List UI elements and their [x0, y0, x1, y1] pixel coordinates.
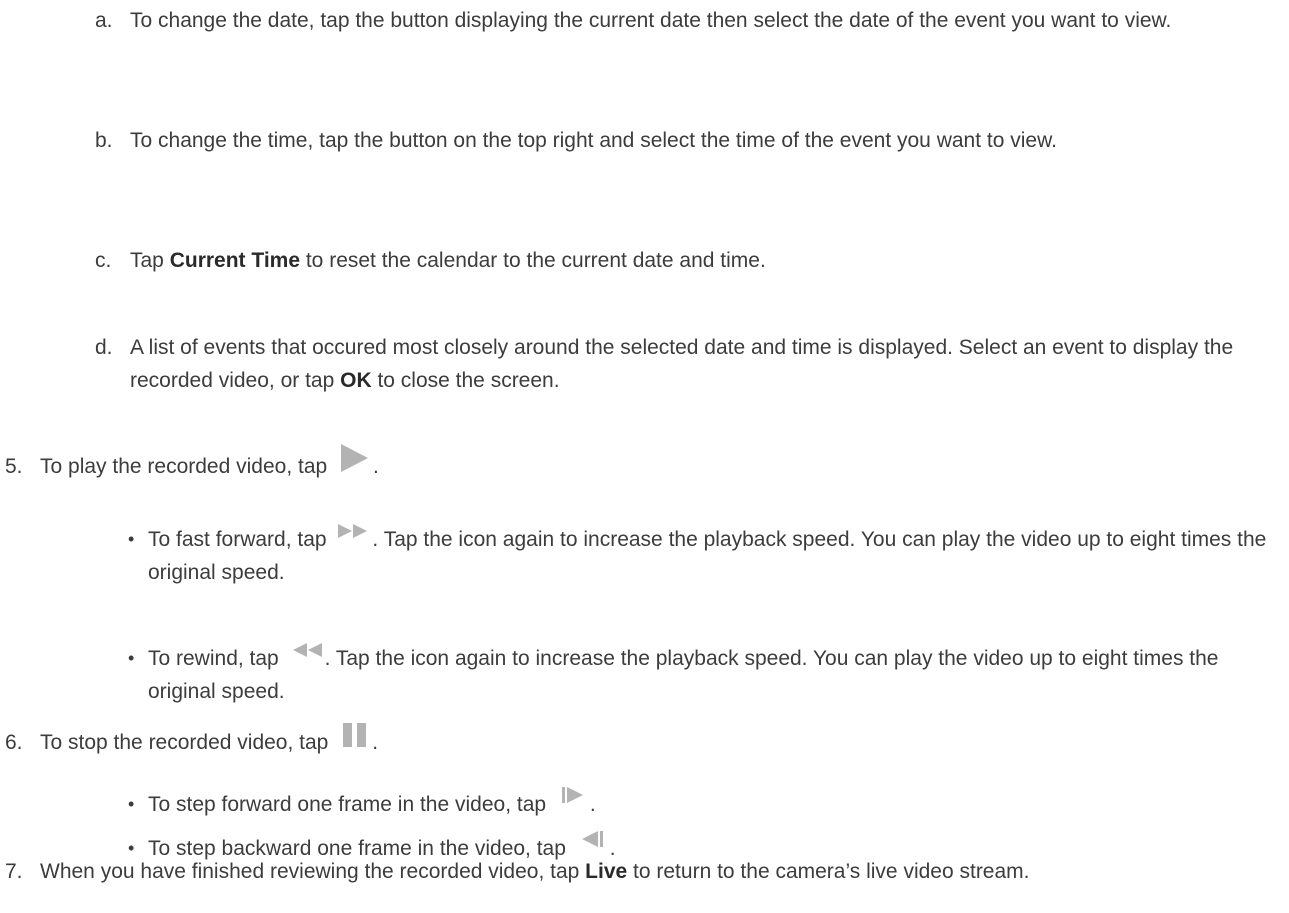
live-label: Live [585, 860, 628, 883]
substep-b: b. To change the time, tap the button on… [95, 124, 1265, 157]
step-6: 6. To stop the recorded video, tap . [5, 723, 1265, 759]
step-7: 7. When you have finished reviewing the … [5, 858, 1265, 885]
step-marker: 5. [5, 455, 23, 478]
text-run: A list of events that occured most close… [130, 336, 1234, 392]
bullet-text: To step forward one frame in the video, … [148, 787, 1278, 821]
substep-marker: c. [95, 249, 112, 272]
fast-forward-icon [338, 524, 370, 539]
bullet-glyph: • [128, 648, 135, 668]
text-run: . [373, 455, 379, 478]
substep-text: A list of events that occured most close… [130, 331, 1265, 397]
current-time-label: Current Time [169, 249, 301, 272]
bullet-glyph: • [128, 529, 135, 549]
step-marker: 6. [5, 731, 23, 754]
pause-icon [342, 723, 368, 748]
text-run: To rewind, tap [148, 647, 285, 670]
text-run: to close the screen. [371, 369, 560, 392]
substep-marker: a. [95, 9, 113, 32]
text-run: To stop the recorded video, tap [40, 731, 335, 754]
text-run: To step backward one frame in the video,… [148, 837, 572, 860]
step-text: When you have finished reviewing the rec… [40, 858, 1265, 885]
ok-label: OK [340, 369, 372, 392]
substep-marker: d. [95, 336, 113, 359]
substep-text: To change the date, tap the button displ… [130, 9, 1172, 32]
text-run: When you have finished reviewing the rec… [40, 860, 586, 883]
text-run: . [589, 793, 596, 816]
help-document: a. To change the date, tap the button di… [0, 0, 1289, 913]
step-text: To stop the recorded video, tap . [40, 723, 1265, 759]
text-run: to reset the calendar to the current dat… [300, 249, 766, 272]
bullet-text: To rewind, tap . Tap the icon again to i… [148, 642, 1278, 708]
bullet-text: To fast forward, tap . Tap the icon agai… [148, 523, 1278, 589]
substep-text: Tap Current Time to reset the calendar t… [130, 244, 1265, 277]
step-5: 5. To play the recorded video, tap . [5, 444, 1265, 483]
bullet-rewind: • To rewind, tap . Tap the icon again to… [128, 642, 1278, 708]
substep-marker: b. [95, 129, 113, 152]
text-run: To fast forward, tap [148, 528, 333, 551]
rewind-icon [292, 643, 323, 658]
text-run: To step forward one frame in the video, … [148, 793, 552, 816]
text-run: . [372, 731, 379, 754]
bullet-fast-forward: • To fast forward, tap . Tap the icon ag… [128, 523, 1278, 589]
text-run: To play the recorded video, tap [40, 455, 334, 478]
step-backward-icon [581, 831, 604, 848]
bullet-step-forward: • To step forward one frame in the video… [128, 787, 1278, 821]
substep-text: To change the time, tap the button on th… [130, 129, 1057, 152]
text-run: . [609, 837, 616, 860]
step-text: To play the recorded video, tap . [40, 444, 1265, 483]
text-run: Tap [130, 249, 170, 272]
bullet-glyph: • [128, 794, 135, 814]
substep-a: a. To change the date, tap the button di… [95, 4, 1265, 37]
step-marker: 7. [5, 860, 23, 883]
play-icon [339, 443, 369, 473]
text-run: to return to the camera’s live video str… [627, 860, 1030, 883]
step-forward-icon [561, 787, 584, 804]
substep-c: c. Tap Current Time to reset the calenda… [95, 244, 1265, 277]
substep-d: d. A list of events that occured most cl… [95, 331, 1265, 397]
